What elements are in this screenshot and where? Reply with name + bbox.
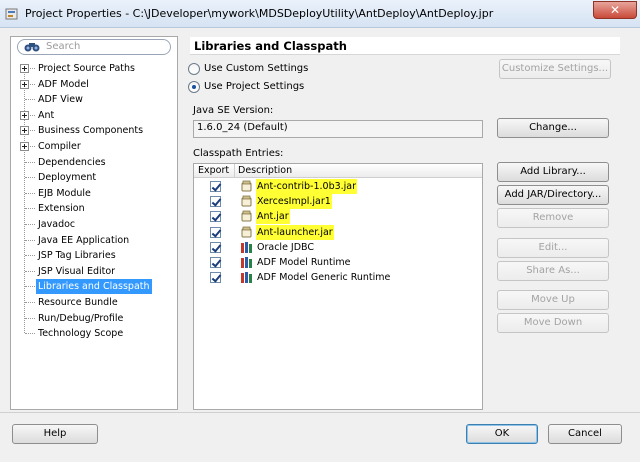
- entry-description: Ant-contrib-1.0b3.jar: [256, 179, 358, 194]
- tree-item[interactable]: Compiler: [38, 139, 81, 154]
- search-input[interactable]: [17, 39, 171, 55]
- tree-item[interactable]: Deployment: [38, 170, 96, 185]
- tree-branch-line: [25, 240, 35, 241]
- tree-item[interactable]: JSP Visual Editor: [38, 264, 115, 279]
- table-row[interactable]: XercesImpl.jar1: [194, 194, 482, 209]
- entry-description: Oracle JDBC: [257, 242, 315, 253]
- add-jar-directory-button[interactable]: Add JAR/Directory...: [497, 185, 609, 205]
- search-placeholder: Search: [46, 41, 81, 52]
- cancel-button[interactable]: Cancel: [548, 424, 622, 444]
- jar-icon: [241, 180, 252, 192]
- tree-item[interactable]: Java EE Application: [38, 233, 129, 248]
- tree-item[interactable]: Extension: [38, 201, 85, 216]
- entry-description: Ant-launcher.jar: [256, 225, 334, 240]
- tree-branch-line: [25, 224, 35, 225]
- export-checkbox[interactable]: [210, 227, 221, 238]
- tree-item[interactable]: EJB Module: [38, 186, 91, 201]
- customize-settings-button[interactable]: Customize Settings...: [499, 59, 611, 79]
- tree-item[interactable]: Resource Bundle: [38, 295, 118, 310]
- page-title: Libraries and Classpath: [194, 39, 347, 53]
- table-row[interactable]: ADF Model Generic Runtime: [194, 270, 482, 285]
- expand-icon[interactable]: [20, 80, 29, 89]
- library-icon: [241, 242, 252, 253]
- table-row[interactable]: Ant.jar: [194, 209, 482, 224]
- entry-description: ADF Model Runtime: [257, 257, 351, 268]
- jar-icon: [241, 195, 252, 207]
- window-title: Project Properties - C:\JDeveloper\mywor…: [25, 7, 494, 20]
- tree-item[interactable]: Ant: [38, 108, 54, 123]
- table-row[interactable]: Oracle JDBC: [194, 240, 482, 255]
- tree-item[interactable]: Project Source Paths: [38, 61, 135, 76]
- use-project-settings-radio[interactable]: [188, 81, 200, 93]
- export-checkbox[interactable]: [210, 242, 221, 253]
- app-icon: [5, 8, 18, 20]
- tree-item[interactable]: ADF View: [38, 92, 83, 107]
- column-separator: [234, 164, 235, 178]
- tree-branch-line: [25, 193, 35, 194]
- export-checkbox[interactable]: [210, 211, 221, 222]
- expand-icon[interactable]: [20, 142, 29, 151]
- change-button[interactable]: Change...: [497, 118, 609, 138]
- binoculars-icon[interactable]: [24, 41, 40, 53]
- move-up-button[interactable]: Move Up: [497, 290, 609, 310]
- tree-item[interactable]: Javadoc: [38, 217, 75, 232]
- tree-branch-line: [25, 318, 35, 319]
- entry-description: Ant.jar: [256, 209, 290, 224]
- column-export[interactable]: Export: [198, 165, 229, 176]
- ok-button[interactable]: OK: [466, 424, 538, 444]
- navigation-tree[interactable]: [10, 36, 178, 410]
- expand-icon[interactable]: [20, 126, 29, 135]
- entry-description: ADF Model Generic Runtime: [257, 272, 391, 283]
- tree-branch-line: [25, 208, 35, 209]
- add-library-button[interactable]: Add Library...: [497, 162, 609, 182]
- jar-icon: [241, 210, 252, 222]
- expand-icon[interactable]: [20, 64, 29, 73]
- help-button[interactable]: Help: [12, 424, 98, 444]
- expand-icon[interactable]: [20, 111, 29, 120]
- title-bar[interactable]: Project Properties - C:\JDeveloper\mywor…: [0, 0, 640, 28]
- export-checkbox[interactable]: [210, 181, 221, 192]
- use-custom-settings-radio[interactable]: [188, 63, 200, 75]
- column-description[interactable]: Description: [238, 165, 292, 176]
- java-se-version-value: 1.6.0_24 (Default): [197, 122, 288, 133]
- tree-item[interactable]: Libraries and Classpath: [36, 279, 152, 294]
- tree-guide-line: [24, 68, 25, 333]
- tree-branch-line: [25, 271, 35, 272]
- footer-divider: [0, 412, 640, 413]
- tree-item[interactable]: ADF Model: [38, 77, 89, 92]
- tree-item[interactable]: Business Components: [38, 123, 143, 138]
- tree-branch-line: [25, 333, 35, 334]
- tree-branch-line: [25, 177, 35, 178]
- share-as-button[interactable]: Share As...: [497, 261, 609, 281]
- tree-item[interactable]: Dependencies: [38, 155, 106, 170]
- table-row[interactable]: ADF Model Runtime: [194, 255, 482, 270]
- tree-branch-line: [25, 99, 35, 100]
- tree-item[interactable]: Run/Debug/Profile: [38, 311, 123, 326]
- library-icon: [241, 272, 252, 283]
- tree-branch-line: [25, 302, 35, 303]
- tree-branch-line: [25, 286, 35, 287]
- tree-branch-line: [25, 255, 35, 256]
- close-icon: ✕: [609, 3, 621, 17]
- library-icon: [241, 257, 252, 268]
- tree-branch-line: [25, 162, 35, 163]
- entry-description: XercesImpl.jar1: [256, 194, 332, 209]
- table-row[interactable]: Ant-launcher.jar: [194, 225, 482, 240]
- tree-item[interactable]: JSP Tag Libraries: [38, 248, 116, 263]
- table-row[interactable]: Ant-contrib-1.0b3.jar: [194, 179, 482, 194]
- java-se-version-label: Java SE Version:: [193, 105, 274, 116]
- export-checkbox[interactable]: [210, 272, 221, 283]
- remove-button[interactable]: Remove: [497, 208, 609, 228]
- move-down-button[interactable]: Move Down: [497, 313, 609, 333]
- classpath-entries-label: Classpath Entries:: [193, 148, 284, 159]
- edit-button[interactable]: Edit...: [497, 238, 609, 258]
- jar-icon: [241, 226, 252, 238]
- close-button[interactable]: ✕: [593, 1, 637, 19]
- use-project-settings-label: Use Project Settings: [204, 81, 305, 92]
- export-checkbox[interactable]: [210, 257, 221, 268]
- tree-item[interactable]: Technology Scope: [38, 326, 123, 341]
- export-checkbox[interactable]: [210, 196, 221, 207]
- use-custom-settings-label: Use Custom Settings: [204, 63, 309, 74]
